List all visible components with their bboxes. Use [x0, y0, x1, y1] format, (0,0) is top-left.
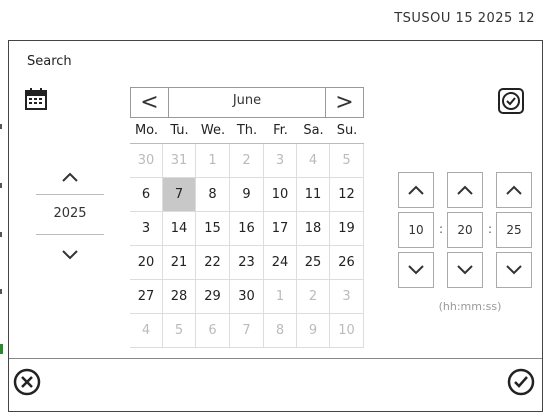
weekday-header: Th.	[236, 123, 258, 138]
edge-mark	[0, 183, 2, 188]
calendar-day[interactable]: 3	[264, 144, 297, 178]
time-separator: :	[488, 222, 493, 236]
next-month-button[interactable]: >	[325, 88, 363, 117]
calendar-day[interactable]: 20	[130, 246, 163, 280]
time-separator: :	[439, 222, 444, 236]
calendar-day[interactable]: 5	[330, 144, 364, 178]
calendar-day[interactable]: 16	[230, 212, 264, 246]
calendar-day[interactable]: 30	[230, 280, 264, 314]
calendar-day[interactable]: 9	[297, 314, 330, 348]
edge-mark	[0, 344, 3, 354]
ok-button[interactable]	[506, 367, 536, 397]
prev-month-button[interactable]: <	[131, 88, 169, 117]
clock-icon[interactable]	[498, 88, 524, 114]
calendar-day[interactable]: 15	[196, 212, 230, 246]
calendar-day[interactable]: 11	[297, 178, 330, 212]
chevron-down-icon	[62, 249, 78, 259]
calendar-day[interactable]: 26	[330, 246, 364, 280]
chevron-down-icon	[506, 265, 522, 275]
calendar-day[interactable]: 9	[230, 178, 264, 212]
calendar-day[interactable]: 18	[297, 212, 330, 246]
calendar-day[interactable]: 21	[163, 246, 196, 280]
calendar-day[interactable]: 7	[163, 178, 196, 212]
calendar-day[interactable]: 3	[130, 212, 163, 246]
calendar-day[interactable]: 4	[130, 314, 163, 348]
calendar-day[interactable]: 1	[196, 144, 230, 178]
chevron-up-icon	[62, 172, 78, 182]
divider	[36, 234, 104, 235]
minute-down-button[interactable]	[447, 252, 483, 288]
weekday-header: Mo.	[134, 123, 159, 138]
calendar-day[interactable]: 4	[297, 144, 330, 178]
calendar-day[interactable]: 23	[230, 246, 264, 280]
calendar-day[interactable]: 2	[297, 280, 330, 314]
calendar-day[interactable]: 24	[264, 246, 297, 280]
cancel-button[interactable]	[12, 367, 42, 397]
calendar-day[interactable]: 19	[330, 212, 364, 246]
edge-mark	[0, 124, 2, 129]
close-circle-icon	[13, 368, 41, 396]
hour-down-button[interactable]	[398, 252, 434, 288]
second-down-button[interactable]	[496, 252, 532, 288]
calendar-day[interactable]: 25	[297, 246, 330, 280]
divider	[36, 194, 104, 195]
calendar-grid: 30 31 1 2 3 4 5 6 7 8 9 10 11 12 3 14 15 16 17 18 19 20 21 22 23…	[130, 143, 364, 349]
calendar-day[interactable]: 7	[230, 314, 264, 348]
calendar-icon[interactable]	[25, 88, 47, 110]
chevron-up-icon	[408, 185, 424, 195]
time-format-hint: (hh:mm:ss)	[438, 300, 502, 313]
calendar-day[interactable]: 31	[163, 144, 196, 178]
calendar-day[interactable]: 28	[163, 280, 196, 314]
year-up-button[interactable]	[36, 160, 104, 193]
datetime-text: TSUSOU 15 2025 12	[394, 11, 535, 26]
calendar-day[interactable]: 22	[196, 246, 230, 280]
top-status-bar: TSUSOU 15 2025 12	[0, 0, 547, 40]
calendar-day[interactable]: 30	[130, 144, 163, 178]
hour-up-button[interactable]	[398, 172, 434, 208]
minute-field[interactable]: 20	[447, 212, 483, 248]
calendar-day[interactable]: 2	[230, 144, 264, 178]
month-label: June	[232, 93, 262, 108]
minute-up-button[interactable]	[447, 172, 483, 208]
calendar-day[interactable]: 1	[264, 280, 297, 314]
calendar-day[interactable]: 10	[264, 178, 297, 212]
edge-mark	[0, 289, 2, 294]
second-up-button[interactable]	[496, 172, 532, 208]
calendar-day[interactable]: 3	[330, 280, 364, 314]
calendar-day[interactable]: 8	[264, 314, 297, 348]
chevron-down-icon	[408, 265, 424, 275]
weekday-header: Tu.	[170, 123, 189, 138]
year-down-button[interactable]	[36, 238, 104, 271]
edge-mark	[0, 232, 2, 237]
hour-field[interactable]: 10	[398, 212, 434, 248]
second-field[interactable]: 25	[496, 212, 532, 248]
footer-divider	[9, 358, 542, 359]
calendar-day[interactable]: 17	[264, 212, 297, 246]
chevron-up-icon	[457, 185, 473, 195]
weekday-header: We.	[200, 123, 226, 138]
weekday-header: Su.	[336, 123, 358, 138]
weekday-header: Sa.	[303, 123, 324, 138]
calendar-day[interactable]: 6	[196, 314, 230, 348]
calendar-day[interactable]: 14	[163, 212, 196, 246]
calendar-day[interactable]: 12	[330, 178, 364, 212]
calendar-day[interactable]: 10	[330, 314, 364, 348]
chevron-down-icon	[457, 265, 473, 275]
year-value[interactable]: 2025	[36, 206, 104, 221]
dialog-title: Search	[27, 54, 72, 69]
calendar-day[interactable]: 29	[196, 280, 230, 314]
chevron-up-icon	[506, 185, 522, 195]
check-circle-icon	[507, 368, 535, 396]
calendar-day[interactable]: 6	[130, 178, 163, 212]
calendar-day[interactable]: 8	[196, 178, 230, 212]
calendar-day[interactable]: 5	[163, 314, 196, 348]
weekday-header: Fr.	[273, 123, 288, 138]
calendar-day[interactable]: 27	[130, 280, 163, 314]
month-selector: < June >	[130, 87, 364, 118]
